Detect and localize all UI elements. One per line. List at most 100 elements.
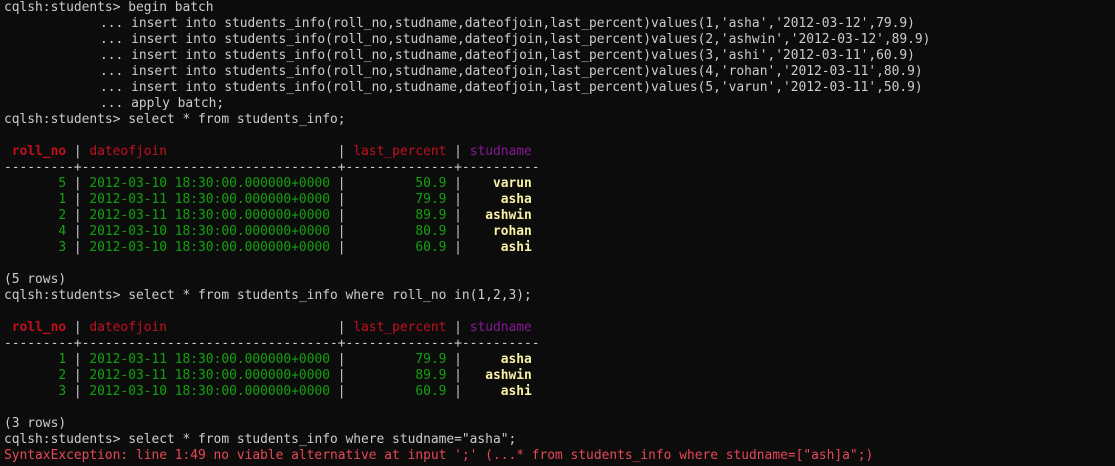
result-table: roll_no | dateofjoin | last_percent | st… [4, 320, 1109, 400]
column-separator: | [329, 224, 354, 239]
column-separator: | [66, 384, 90, 399]
error-message: SyntaxException: line 1:49 no viable alt… [4, 448, 874, 463]
row-count: (5 rows) [4, 272, 67, 287]
continuation-marker: ... [100, 64, 124, 79]
cell-last-percent: 50.9 [353, 176, 447, 191]
column-separator: | [329, 384, 354, 399]
column-separator: | [446, 176, 470, 191]
prompt: cqlsh:students> [4, 432, 121, 447]
statement-text: insert into students_info(roll_no,studna… [131, 48, 915, 63]
column-separator: | [329, 368, 354, 383]
terminal-window[interactable]: cqlsh:students> begin batch ... insert i… [4, 0, 1109, 466]
cell-roll-no: 3 [11, 384, 67, 399]
column-separator: | [446, 192, 470, 207]
statement-text: insert into students_info(roll_no,studna… [131, 32, 931, 47]
column-separator: | [446, 208, 470, 223]
column-separator: | [446, 368, 470, 383]
cell-studname: ashi [469, 384, 532, 399]
table-row: 5 | 2012-03-10 18:30:00.000000+0000 | 50… [4, 176, 1109, 192]
table-divider: ---------+------------------------------… [4, 160, 540, 175]
batch-statement: ... insert into students_info(roll_no,st… [4, 16, 1109, 32]
cell-dateofjoin: 2012-03-10 18:30:00.000000+0000 [89, 384, 330, 399]
cell-studname: rohan [469, 224, 532, 239]
table-row: 1 | 2012-03-11 18:30:00.000000+0000 | 79… [4, 352, 1109, 368]
cell-last-percent: 80.9 [353, 224, 447, 239]
cell-dateofjoin: 2012-03-11 18:30:00.000000+0000 [89, 368, 330, 383]
column-separator: | [446, 320, 470, 335]
cell-roll-no: 1 [11, 352, 67, 367]
prompt-line: cqlsh:students> select * from students_i… [4, 432, 1109, 448]
column-header-dateofjoin: dateofjoin [89, 320, 330, 335]
batch-statement: ... apply batch; [4, 96, 1109, 112]
column-separator: | [329, 144, 354, 159]
column-separator: | [66, 224, 90, 239]
cell-roll-no: 2 [11, 208, 67, 223]
cell-studname: varun [469, 176, 532, 191]
cell-last-percent: 60.9 [353, 384, 447, 399]
command-text: select * from students_info where studna… [128, 432, 517, 447]
cell-dateofjoin: 2012-03-10 18:30:00.000000+0000 [89, 176, 330, 191]
column-header-roll-no: roll_no [11, 144, 67, 159]
column-separator: | [66, 368, 90, 383]
prompt-line: cqlsh:students> select * from students_i… [4, 112, 1109, 128]
continuation-marker: ... [100, 80, 124, 95]
column-separator: | [329, 208, 354, 223]
table-row: 1 | 2012-03-11 18:30:00.000000+0000 | 79… [4, 192, 1109, 208]
table-header-row: roll_no | dateofjoin | last_percent | st… [4, 144, 1109, 160]
column-header-last-percent: last_percent [353, 320, 447, 335]
statement-text: insert into students_info(roll_no,studna… [131, 16, 915, 31]
column-separator: | [66, 320, 90, 335]
cell-dateofjoin: 2012-03-11 18:30:00.000000+0000 [89, 208, 330, 223]
cell-roll-no: 4 [11, 224, 67, 239]
batch-statement: ... insert into students_info(roll_no,st… [4, 48, 1109, 64]
cell-last-percent: 79.9 [353, 192, 447, 207]
batch-statement: ... insert into students_info(roll_no,st… [4, 80, 1109, 96]
column-separator: | [329, 352, 354, 367]
column-separator: | [329, 240, 354, 255]
column-separator: | [446, 224, 470, 239]
column-separator: | [446, 352, 470, 367]
column-separator: | [446, 240, 470, 255]
table-row: 2 | 2012-03-11 18:30:00.000000+0000 | 89… [4, 368, 1109, 384]
continuation-marker: ... [100, 16, 124, 31]
prompt: cqlsh:students> [4, 0, 121, 15]
prompt-line: cqlsh:students> begin batch [4, 0, 1109, 16]
cell-dateofjoin: 2012-03-10 18:30:00.000000+0000 [89, 240, 330, 255]
continuation-marker: ... [100, 48, 124, 63]
batch-statement: ... insert into students_info(roll_no,st… [4, 32, 1109, 48]
continuation-marker: ... [100, 96, 124, 111]
column-header-studname: studname [469, 320, 532, 335]
column-separator: | [66, 144, 90, 159]
statement-text: insert into students_info(roll_no,studna… [131, 80, 923, 95]
result-table: roll_no | dateofjoin | last_percent | st… [4, 144, 1109, 256]
row-count: (3 rows) [4, 416, 67, 431]
cell-roll-no: 2 [11, 368, 67, 383]
table-divider: ---------+------------------------------… [4, 336, 540, 351]
column-separator: | [446, 144, 470, 159]
continuation-marker: ... [100, 32, 124, 47]
prompt: cqlsh:students> [4, 112, 121, 127]
cell-dateofjoin: 2012-03-11 18:30:00.000000+0000 [89, 192, 330, 207]
table-row: 3 | 2012-03-10 18:30:00.000000+0000 | 60… [4, 384, 1109, 400]
column-separator: | [66, 192, 90, 207]
column-separator: | [66, 176, 90, 191]
column-separator: | [329, 320, 354, 335]
column-separator: | [446, 384, 470, 399]
column-separator: | [329, 176, 354, 191]
column-separator: | [66, 240, 90, 255]
column-header-roll-no: roll_no [11, 320, 67, 335]
column-separator: | [329, 192, 354, 207]
statement-text: insert into students_info(roll_no,studna… [131, 64, 923, 79]
cell-dateofjoin: 2012-03-11 18:30:00.000000+0000 [89, 352, 330, 367]
command-text: begin batch [128, 0, 214, 15]
column-header-dateofjoin: dateofjoin [89, 144, 330, 159]
cell-roll-no: 3 [11, 240, 67, 255]
column-header-last-percent: last_percent [353, 144, 447, 159]
cell-dateofjoin: 2012-03-10 18:30:00.000000+0000 [89, 224, 330, 239]
cell-last-percent: 60.9 [353, 240, 447, 255]
cell-studname: ashi [469, 240, 532, 255]
